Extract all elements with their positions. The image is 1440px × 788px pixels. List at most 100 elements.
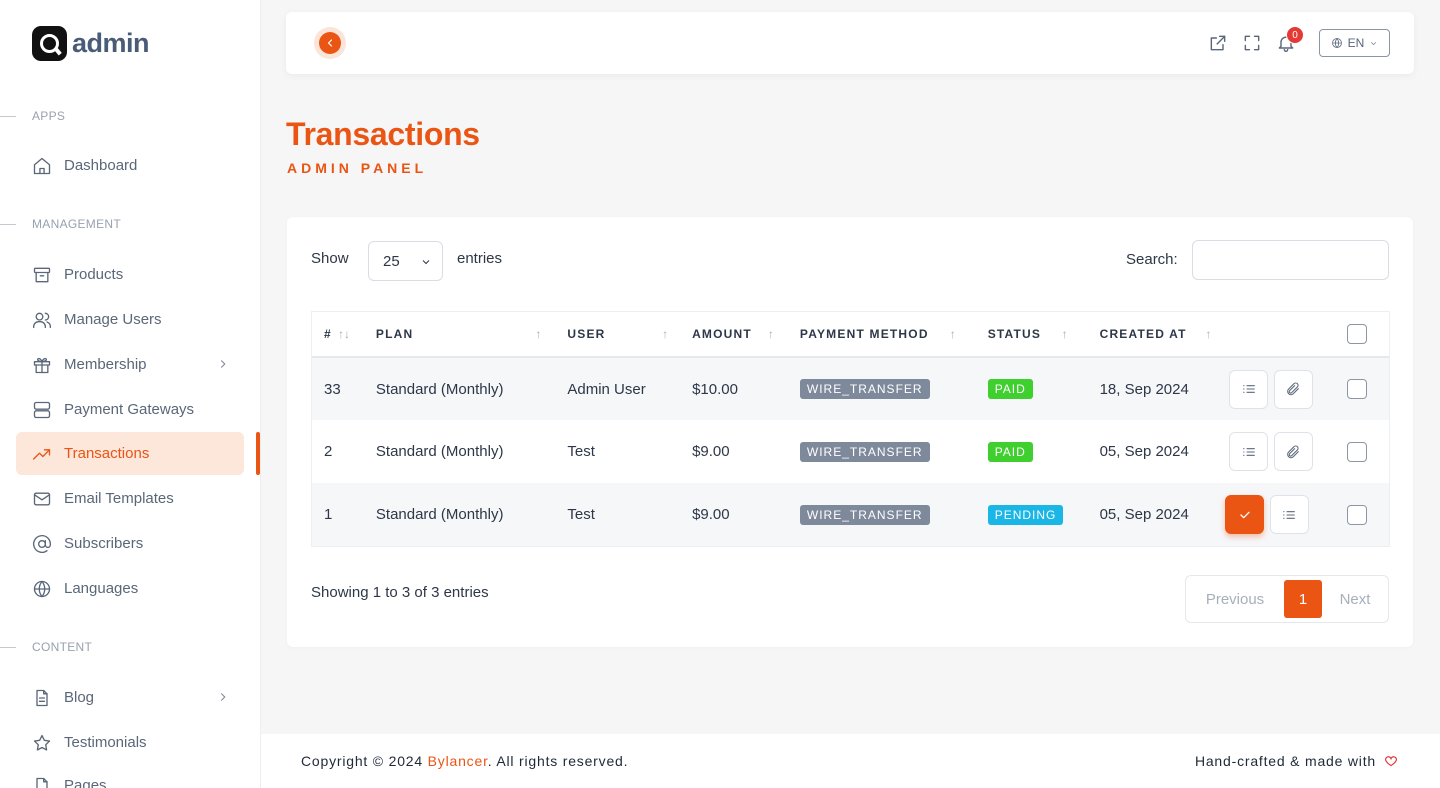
- sidebar-item-label: Membership: [64, 356, 147, 373]
- cell-status: PAID: [976, 420, 1088, 483]
- details-button[interactable]: [1229, 369, 1269, 409]
- cell-amount: $9.00: [680, 483, 788, 546]
- check-icon: [1240, 511, 1250, 518]
- cell-amount: $10.00: [680, 357, 788, 420]
- payment-method-badge: WIRE_TRANSFER: [799, 441, 930, 462]
- notification-badge: 0: [1286, 26, 1304, 44]
- server-icon: [32, 400, 52, 420]
- table-row: 2 Standard (Monthly) Test $9.00 WIRE_TRA…: [312, 420, 1389, 483]
- sort-icon: ↑: [1205, 327, 1212, 341]
- column-header-status[interactable]: STATUS ↑: [975, 312, 1088, 358]
- column-header-payment-method[interactable]: PAYMENT METHOD ↑: [787, 312, 976, 358]
- cell-created: 05, Sep 2024: [1099, 443, 1189, 460]
- sidebar-item-pages[interactable]: Pages: [16, 764, 244, 788]
- sort-icon: ↑: [949, 327, 956, 341]
- sidebar-item-label: Pages: [64, 777, 107, 788]
- sidebar-item-label: Dashboard: [64, 157, 138, 174]
- transactions-card: Show 25 entries Search: # ↑↓ PLAN ↑ USER ↑ …: [287, 217, 1413, 647]
- select-all-checkbox[interactable]: [1347, 324, 1368, 344]
- sort-icon: ↑: [535, 327, 542, 341]
- sidebar-item-languages[interactable]: Languages: [16, 567, 244, 610]
- chevron-down-icon: [1371, 41, 1377, 45]
- brand-link[interactable]: Bylancer: [428, 753, 488, 769]
- sidebar-item-dashboard[interactable]: Dashboard: [16, 144, 244, 187]
- page-number-button[interactable]: 1: [1284, 580, 1322, 618]
- trending-up-icon: [32, 444, 52, 464]
- cell-method: WIRE_TRANSFER: [788, 420, 976, 483]
- sidebar-item-manage-users[interactable]: Manage Users: [16, 298, 244, 341]
- row-checkbox[interactable]: [1347, 441, 1368, 462]
- at-sign-icon: [32, 534, 52, 554]
- sidebar-item-testimonials[interactable]: Testimonials: [16, 721, 244, 764]
- cell-plan: Standard (Monthly): [363, 483, 556, 546]
- sidebar-item-membership[interactable]: Membership: [16, 343, 244, 386]
- star-icon: [32, 733, 52, 753]
- table-row: 33 Standard (Monthly) Admin User $10.00 …: [312, 357, 1389, 420]
- cell-method: WIRE_TRANSFER: [787, 357, 976, 420]
- logo[interactable]: admin: [32, 26, 150, 61]
- sidebar-item-label: Subscribers: [64, 535, 144, 552]
- sidebar-item-blog[interactable]: Blog: [16, 676, 244, 719]
- cell-id: 33: [312, 357, 364, 420]
- sidebar-item-products[interactable]: Products: [16, 253, 244, 296]
- sidebar-item-label: Email Templates: [64, 490, 174, 507]
- column-header-amount[interactable]: AMOUNT ↑: [680, 312, 788, 358]
- table-row: 1 Standard (Monthly) Test $9.00 WIRE_TRA…: [312, 483, 1389, 546]
- pagination: Previous 1 Next: [1185, 575, 1389, 623]
- language-dropdown[interactable]: EN: [1319, 29, 1390, 57]
- approve-button[interactable]: [1225, 495, 1265, 534]
- details-button[interactable]: [1269, 495, 1309, 534]
- fullscreen-icon[interactable]: [1242, 33, 1262, 53]
- archive-box-icon: [32, 265, 52, 285]
- sidebar: admin APPS Dashboard MANAGEMENT Products…: [0, 0, 261, 788]
- sidebar-item-label: Transactions: [64, 445, 150, 462]
- sidebar-item-label: Manage Users: [64, 311, 162, 328]
- column-header-select: [1335, 312, 1389, 358]
- sidebar-toggle-button[interactable]: [314, 27, 346, 59]
- file-text-icon: [32, 688, 52, 708]
- page-subtitle: ADMIN PANEL: [287, 160, 428, 176]
- row-checkbox[interactable]: [1347, 504, 1368, 525]
- users-icon: [32, 310, 52, 330]
- row-checkbox[interactable]: [1347, 379, 1368, 399]
- nav-section-content: CONTENT: [0, 640, 92, 654]
- next-page-button[interactable]: Next: [1322, 591, 1388, 608]
- entries-select[interactable]: 25: [368, 241, 443, 281]
- sort-icon: ↑: [767, 327, 774, 341]
- search-input[interactable]: [1192, 240, 1389, 280]
- globe-icon: [1331, 38, 1342, 48]
- copyright: Copyright © 2024 Bylancer. All rights re…: [301, 753, 629, 769]
- sidebar-item-transactions[interactable]: Transactions: [16, 432, 244, 475]
- column-header-created-at[interactable]: CREATED AT ↑: [1087, 312, 1218, 358]
- page-icon: [32, 776, 52, 788]
- column-header-plan[interactable]: PLAN ↑: [363, 312, 556, 358]
- attachment-button[interactable]: [1273, 432, 1313, 471]
- status-badge: PENDING: [987, 504, 1064, 525]
- sidebar-item-payment-gateways[interactable]: Payment Gateways: [16, 388, 244, 431]
- nav-section-management: MANAGEMENT: [0, 217, 121, 231]
- cell-created: 05, Sep 2024: [1087, 483, 1218, 546]
- transactions-table: # ↑↓ PLAN ↑ USER ↑ AMOUNT ↑ PAYMENT METHOD ↑ …: [311, 311, 1390, 547]
- cell-id: 2: [324, 443, 333, 460]
- cell-user: Test: [555, 483, 681, 546]
- sidebar-item-subscribers[interactable]: Subscribers: [16, 522, 244, 565]
- sidebar-item-label: Payment Gateways: [64, 401, 195, 418]
- cell-method: WIRE_TRANSFER: [787, 483, 976, 546]
- details-button[interactable]: [1229, 432, 1269, 471]
- nav-section-apps: APPS: [0, 109, 65, 123]
- payment-method-badge: WIRE_TRANSFER: [799, 379, 930, 399]
- cell-plan: Standard (Monthly): [363, 357, 556, 420]
- sidebar-item-email-templates[interactable]: Email Templates: [16, 477, 244, 520]
- sidebar-item-label: Testimonials: [64, 734, 147, 751]
- previous-page-button[interactable]: Previous: [1186, 591, 1284, 608]
- sidebar-item-label: Blog: [64, 689, 95, 706]
- active-indicator: [256, 432, 260, 475]
- sidebar-item-label: Products: [64, 266, 124, 283]
- sort-icon: ↑: [662, 327, 669, 341]
- page-title: Transactions: [286, 116, 480, 152]
- external-link-icon[interactable]: [1208, 33, 1228, 53]
- chevron-right-icon: [216, 690, 230, 704]
- column-header-id[interactable]: # ↑↓: [312, 312, 364, 358]
- attachment-button[interactable]: [1273, 369, 1313, 409]
- column-header-user[interactable]: USER ↑: [555, 312, 681, 358]
